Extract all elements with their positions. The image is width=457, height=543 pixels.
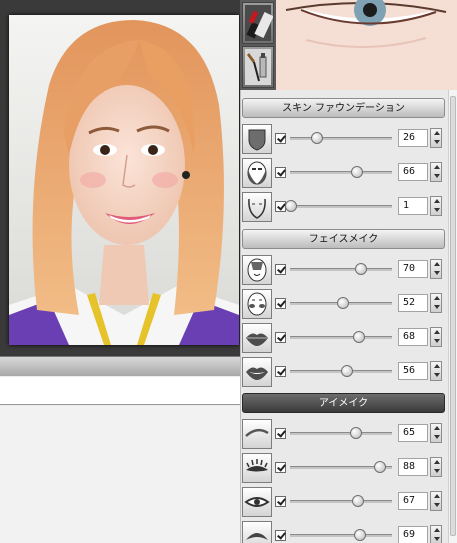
- enable-checkbox[interactable]: [275, 298, 286, 309]
- makeup-brush-icon: [245, 49, 271, 85]
- slider-row: 52: [242, 289, 446, 321]
- value-spinner[interactable]: [430, 491, 442, 511]
- lipstick-icon: [245, 5, 274, 41]
- enable-checkbox[interactable]: [275, 462, 286, 473]
- lipstick-tool-button[interactable]: [242, 2, 274, 44]
- value-field[interactable]: 52: [398, 294, 428, 312]
- enable-checkbox[interactable]: [275, 366, 286, 377]
- slider-track[interactable]: [290, 534, 392, 537]
- face-shade-icon[interactable]: [242, 255, 272, 285]
- value-field[interactable]: 66: [398, 163, 428, 181]
- eyeliner-icon[interactable]: [242, 487, 272, 517]
- blush-face-icon[interactable]: [242, 289, 272, 319]
- slider-row: 26: [242, 124, 446, 156]
- slider-knob[interactable]: [373, 461, 386, 473]
- value-field[interactable]: 65: [398, 424, 428, 442]
- section-header-skin-foundation[interactable]: スキン ファウンデーション: [242, 98, 445, 118]
- slider-row: 67: [242, 487, 446, 519]
- value-spinner[interactable]: [430, 196, 442, 216]
- tool-column: [240, 0, 276, 90]
- value-field[interactable]: 26: [398, 129, 428, 147]
- value-spinner[interactable]: [430, 128, 442, 148]
- slider-track[interactable]: [290, 137, 392, 140]
- value-spinner[interactable]: [430, 162, 442, 182]
- slider-track[interactable]: [290, 205, 392, 208]
- scrollbar-thumb[interactable]: [450, 96, 456, 536]
- slider-track[interactable]: [290, 336, 392, 339]
- eyebrow-icon[interactable]: [242, 419, 272, 449]
- canvas-area: [0, 0, 240, 356]
- slider-row: 88: [242, 453, 446, 485]
- enable-checkbox[interactable]: [275, 332, 286, 343]
- slider-row: 66: [242, 158, 446, 190]
- slider-row: 69: [242, 521, 446, 543]
- value-field[interactable]: 88: [398, 458, 428, 476]
- value-field[interactable]: 69: [398, 526, 428, 543]
- value-field[interactable]: 68: [398, 328, 428, 346]
- panel-scrollbar[interactable]: [448, 90, 457, 543]
- slider-knob[interactable]: [351, 166, 364, 178]
- enable-checkbox[interactable]: [275, 264, 286, 275]
- face-outline-icon[interactable]: [242, 192, 272, 222]
- slider-track[interactable]: [290, 432, 392, 435]
- slider-row: 1: [242, 192, 446, 224]
- workspace-empty-area: [0, 406, 240, 543]
- enable-checkbox[interactable]: [275, 133, 286, 144]
- eye-preview-image: [276, 0, 457, 90]
- value-spinner[interactable]: [430, 327, 442, 347]
- slider-knob[interactable]: [352, 495, 365, 507]
- slider-knob[interactable]: [355, 263, 368, 275]
- slider-knob[interactable]: [310, 132, 323, 144]
- info-strip: [0, 377, 240, 405]
- value-field[interactable]: 56: [398, 362, 428, 380]
- slider-knob[interactable]: [353, 331, 366, 343]
- value-spinner[interactable]: [430, 361, 442, 381]
- enable-checkbox[interactable]: [275, 496, 286, 507]
- portrait-photo[interactable]: [9, 15, 239, 345]
- value-spinner[interactable]: [430, 423, 442, 443]
- section-header-eye-makeup[interactable]: アイメイク: [242, 393, 445, 413]
- slider-knob[interactable]: [354, 529, 367, 541]
- value-field[interactable]: 67: [398, 492, 428, 510]
- value-spinner[interactable]: [430, 457, 442, 477]
- value-spinner[interactable]: [430, 293, 442, 313]
- slider-knob[interactable]: [350, 427, 363, 439]
- enable-checkbox[interactable]: [275, 530, 286, 541]
- foundation-shield-icon[interactable]: [242, 124, 272, 154]
- enable-checkbox[interactable]: [275, 167, 286, 178]
- slider-track[interactable]: [290, 171, 392, 174]
- face-contour-icon[interactable]: [242, 158, 272, 188]
- slider-track[interactable]: [290, 268, 392, 271]
- eyeshadow-icon[interactable]: [242, 521, 272, 543]
- slider-knob[interactable]: [341, 365, 354, 377]
- value-field[interactable]: 1: [398, 197, 428, 215]
- enable-checkbox[interactable]: [275, 428, 286, 439]
- slider-row: 56: [242, 357, 446, 389]
- value-spinner[interactable]: [430, 525, 442, 543]
- slider-knob[interactable]: [285, 200, 298, 212]
- slider-row: 65: [242, 419, 446, 451]
- slider-track[interactable]: [290, 500, 392, 503]
- slider-row: 70: [242, 255, 446, 287]
- status-bar: [0, 356, 240, 376]
- eyelash-icon[interactable]: [242, 453, 272, 483]
- value-field[interactable]: 70: [398, 260, 428, 278]
- slider-knob[interactable]: [337, 297, 350, 309]
- slider-row: 68: [242, 323, 446, 355]
- lips-open-icon[interactable]: [242, 357, 272, 387]
- section-header-face-makeup[interactable]: フェイスメイク: [242, 229, 445, 249]
- lips-icon[interactable]: [242, 323, 272, 353]
- brush-tool-button[interactable]: [242, 46, 274, 88]
- value-spinner[interactable]: [430, 259, 442, 279]
